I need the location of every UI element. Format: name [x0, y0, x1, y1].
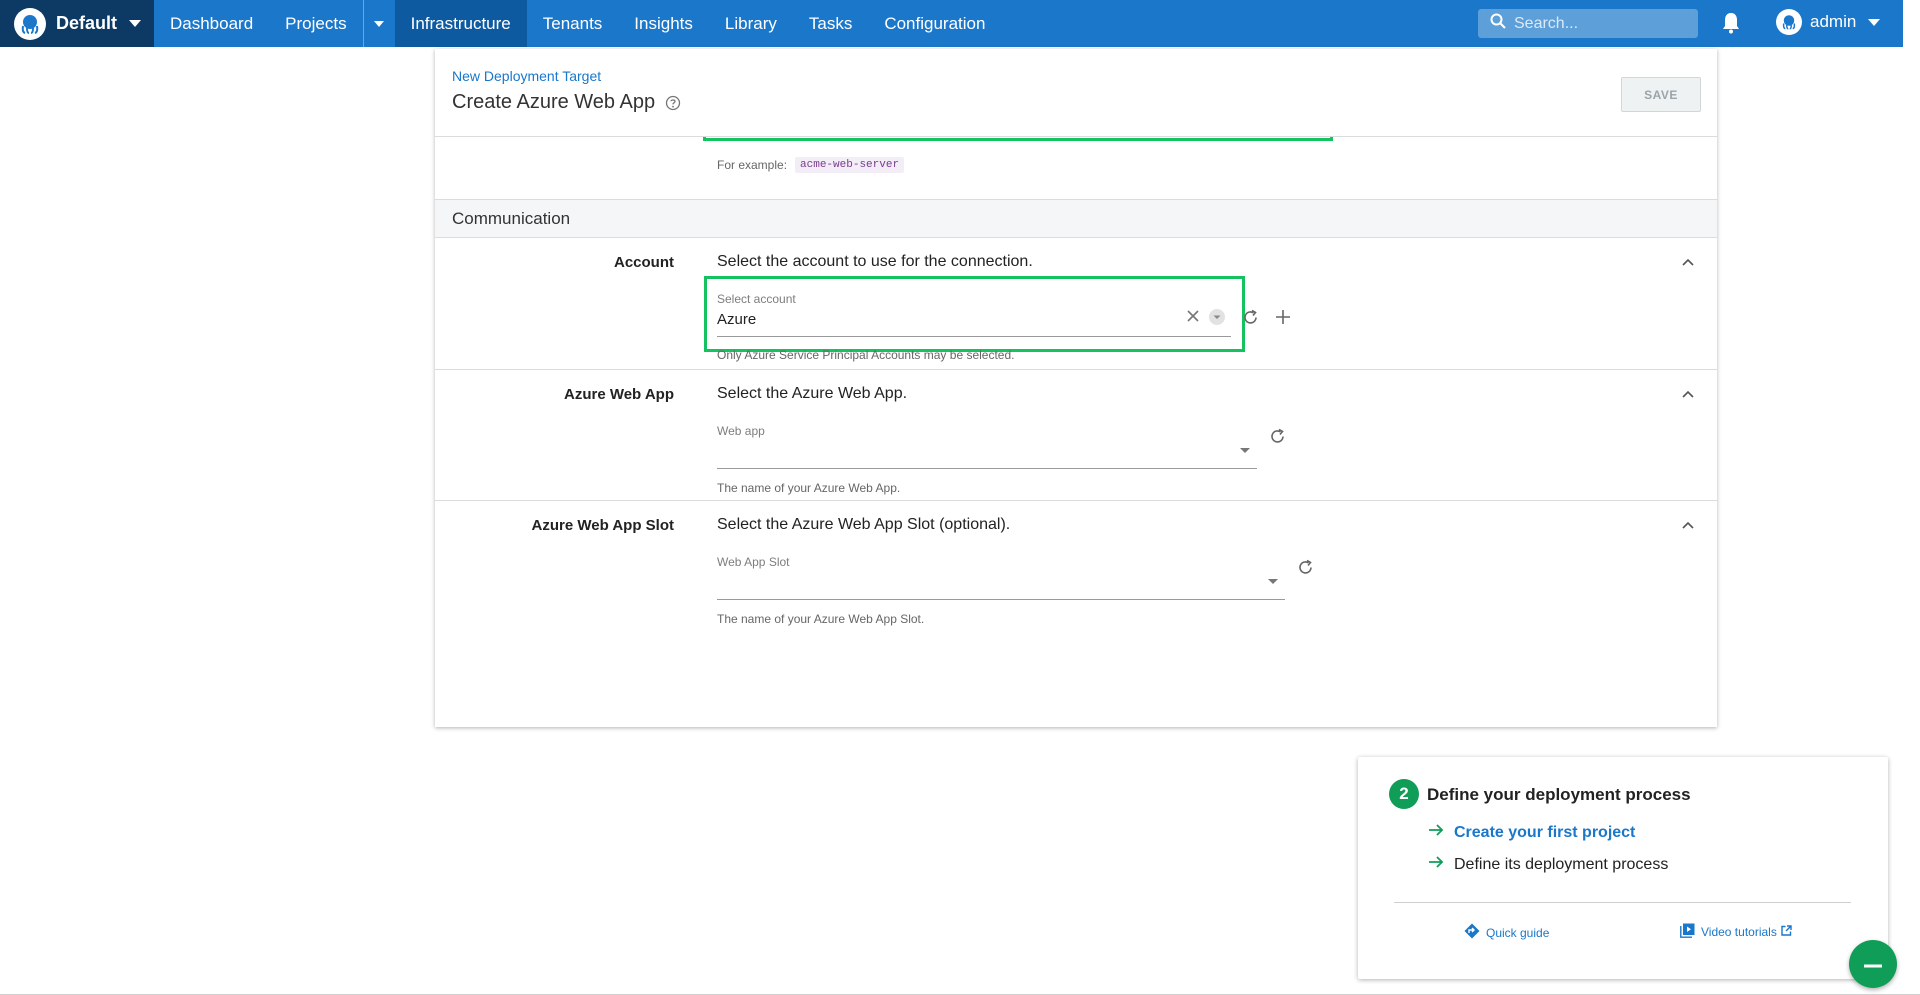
chevron-down-icon — [374, 20, 385, 27]
arrow-right-icon — [1428, 823, 1444, 842]
clear-icon[interactable] — [1185, 308, 1201, 324]
account-select[interactable]: Azure — [717, 311, 756, 328]
chevron-up-icon[interactable] — [1681, 386, 1695, 404]
user-avatar-icon — [1776, 9, 1802, 35]
refresh-icon[interactable] — [1267, 426, 1287, 446]
nav-tenants[interactable]: Tenants — [527, 0, 619, 47]
divider — [1394, 902, 1851, 903]
onboarding-item-define-process: Define its deployment process — [1428, 855, 1668, 874]
external-link-icon — [1781, 925, 1792, 939]
refresh-icon[interactable] — [1240, 307, 1260, 327]
account-helper: Only Azure Service Principal Accounts ma… — [717, 348, 1015, 362]
create-project-link[interactable]: Create your first project — [1454, 824, 1635, 842]
nav-dashboard[interactable]: Dashboard — [154, 0, 269, 47]
minus-icon — [1864, 955, 1882, 973]
create-target-card: New Deployment Target Create Azure Web A… — [435, 49, 1717, 727]
step-badge: 2 — [1389, 779, 1419, 809]
chevron-up-icon[interactable] — [1681, 517, 1695, 535]
nav-tasks[interactable]: Tasks — [793, 0, 868, 47]
page-scrollbar[interactable] — [1903, 0, 1920, 995]
user-menu[interactable]: admin — [1776, 9, 1881, 35]
example-code: acme-web-server — [795, 157, 905, 173]
define-process-text: Define its deployment process — [1454, 855, 1669, 873]
web-app-label: Azure Web App — [563, 386, 674, 403]
example-prefix: For example: — [717, 158, 788, 172]
account-description: Select the account to use for the connec… — [717, 253, 1033, 270]
web-app-description: Select the Azure Web App. — [717, 385, 908, 402]
help-icon[interactable] — [665, 95, 681, 111]
web-app-row: Azure Web App Select the Azure Web App. … — [435, 370, 1717, 501]
space-switcher[interactable]: Default — [0, 0, 154, 47]
account-float-label: Select account — [717, 292, 796, 306]
chevron-up-icon[interactable] — [1681, 254, 1695, 272]
web-app-slot-float-label: Web App Slot — [717, 555, 790, 569]
quick-guide-link[interactable]: Quick guide — [1464, 923, 1549, 942]
save-button[interactable]: SAVE — [1621, 77, 1701, 112]
account-underline — [717, 336, 1231, 337]
video-tutorials-label: Video tutorials — [1701, 925, 1777, 939]
page-title-text: Create Azure Web App — [452, 91, 656, 113]
search-input[interactable] — [1514, 14, 1694, 33]
dropdown-arrow-icon[interactable] — [1268, 579, 1278, 584]
main-nav: Dashboard Projects Infrastructure Tenant… — [154, 0, 1001, 47]
quick-guide-label: Quick guide — [1486, 925, 1550, 940]
notifications-bell-icon[interactable] — [1722, 12, 1740, 39]
account-label: Account — [614, 254, 674, 271]
nav-projects[interactable]: Projects — [269, 0, 362, 47]
nav-infrastructure[interactable]: Infrastructure — [394, 0, 527, 47]
onboarding-title: Define your deployment process — [1427, 785, 1691, 804]
breadcrumb[interactable]: New Deployment Target — [452, 68, 601, 84]
dropdown-arrow-icon[interactable] — [1240, 448, 1250, 453]
nav-insights[interactable]: Insights — [618, 0, 709, 47]
video-icon — [1680, 923, 1695, 941]
name-example: For example: acme-web-server — [717, 157, 905, 173]
section-communication: Communication — [435, 199, 1717, 238]
space-name: Default — [56, 13, 118, 33]
chevron-down-icon — [1868, 18, 1881, 26]
add-icon[interactable] — [1273, 307, 1293, 327]
web-app-underline — [717, 468, 1257, 469]
chevron-down-icon — [129, 20, 142, 27]
nav-configuration[interactable]: Configuration — [868, 0, 1001, 47]
web-app-slot-description: Select the Azure Web App Slot (optional)… — [717, 516, 1011, 533]
projects-dropdown-button[interactable] — [362, 0, 395, 47]
web-app-helper: The name of your Azure Web App. — [717, 481, 901, 495]
onboarding-panel: 2 Define your deployment process Create … — [1358, 757, 1888, 979]
search-icon — [1490, 13, 1506, 34]
page-title: Create Azure Web App — [452, 91, 681, 114]
top-navigation: Default Dashboard Projects Infrastructur… — [0, 0, 1920, 47]
web-app-slot-select[interactable] — [717, 574, 1285, 596]
web-app-select[interactable] — [717, 443, 1257, 465]
web-app-slot-label: Azure Web App Slot — [531, 517, 675, 534]
web-app-float-label: Web app — [717, 424, 765, 438]
highlight-box — [704, 276, 1245, 352]
dropdown-arrow-icon[interactable] — [1208, 308, 1226, 326]
onboarding-item-create-project[interactable]: Create your first project — [1428, 823, 1635, 842]
user-name: admin — [1810, 12, 1857, 31]
arrow-right-icon — [1428, 855, 1444, 874]
page-header: New Deployment Target Create Azure Web A… — [435, 49, 1717, 137]
web-app-slot-helper: The name of your Azure Web App Slot. — [717, 612, 925, 626]
signpost-icon — [1464, 923, 1480, 942]
collapse-onboarding-button[interactable] — [1849, 940, 1897, 988]
refresh-icon[interactable] — [1295, 557, 1315, 577]
web-app-slot-row: Azure Web App Slot Select the Azure Web … — [435, 501, 1717, 662]
octopus-logo-icon — [14, 7, 46, 40]
account-row: Account Select the account to use for th… — [435, 238, 1717, 370]
global-search — [1478, 9, 1698, 38]
web-app-slot-underline — [717, 599, 1285, 600]
nav-library[interactable]: Library — [709, 0, 793, 47]
nav-projects-group: Projects — [269, 0, 394, 47]
video-tutorials-link[interactable]: Video tutorials — [1680, 923, 1792, 941]
